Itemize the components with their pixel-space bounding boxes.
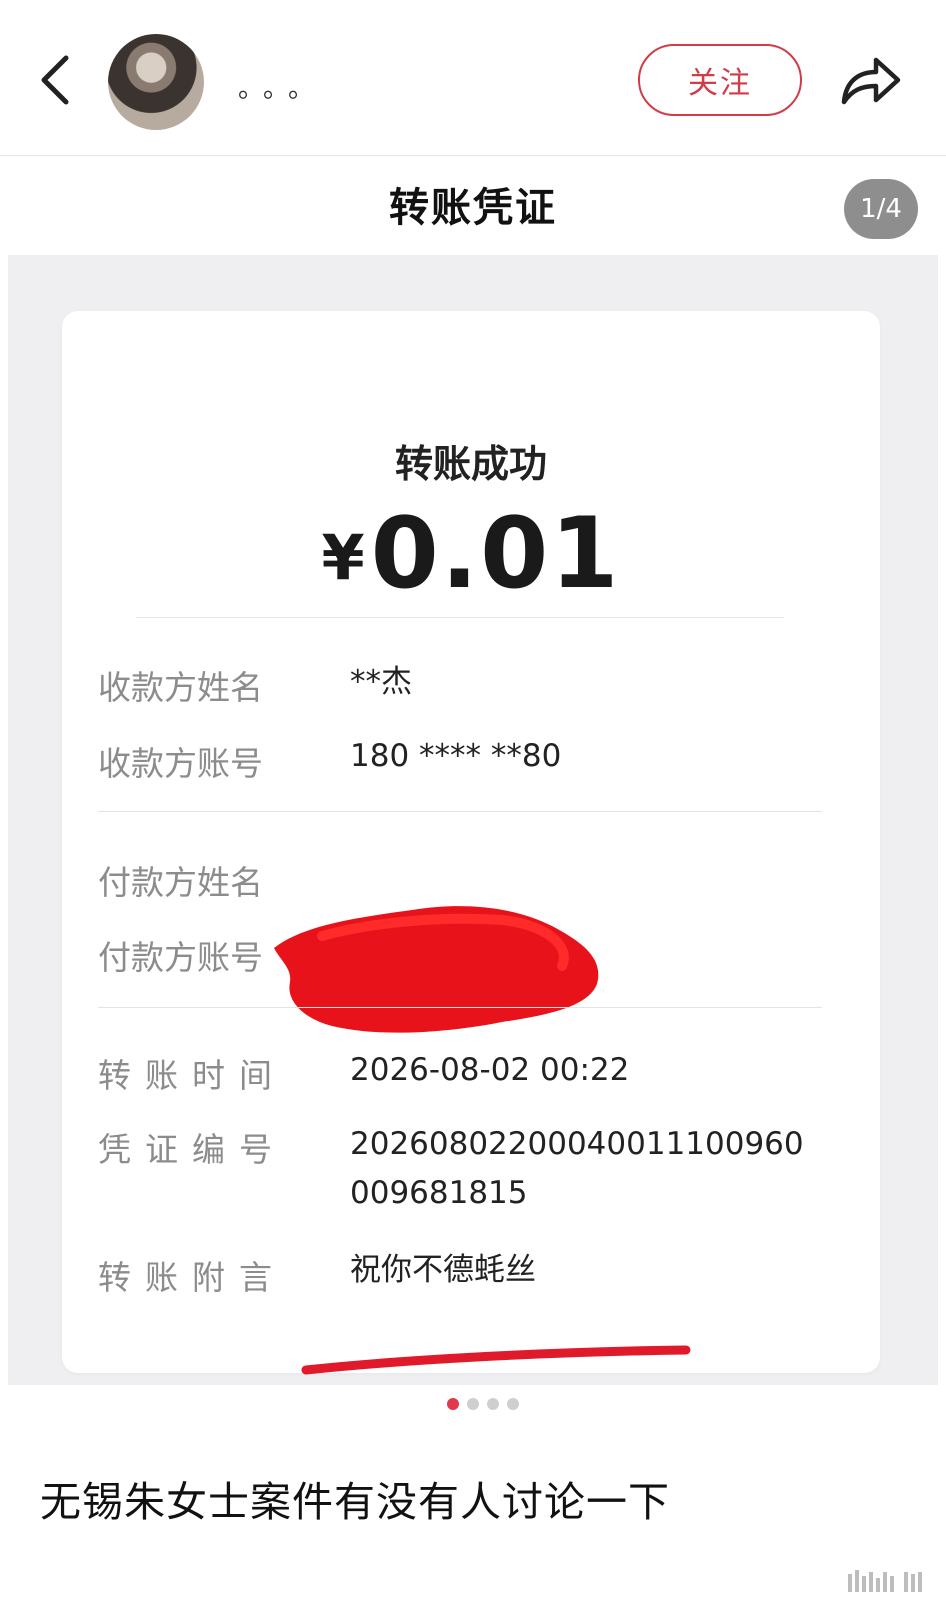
carousel-dot[interactable] <box>447 1398 459 1410</box>
red-underline-mark <box>301 1345 691 1375</box>
transfer-time-label: 转账时间 <box>98 1056 286 1095</box>
voucher-number-line1: 20260802200040011100960 <box>350 1126 804 1162</box>
username[interactable]: 。。。 <box>238 68 326 105</box>
payee-account-value: 180 **** **80 <box>350 738 562 774</box>
carousel-dot[interactable] <box>507 1398 519 1410</box>
image-title-bar: 转账凭证 1/4 <box>0 155 946 247</box>
payee-account-label: 收款方账号 <box>98 744 263 783</box>
avatar[interactable] <box>108 34 204 130</box>
divider <box>136 617 784 618</box>
transfer-note-label: 转账附言 <box>98 1258 286 1297</box>
transfer-amount: ¥0.01 <box>62 497 880 611</box>
divider <box>98 1007 822 1008</box>
transfer-receipt-card: 转账成功 ¥0.01 收款方姓名 **杰 收款方账号 180 **** **80… <box>62 311 880 1375</box>
transfer-time-value: 2026-08-02 00:22 <box>350 1052 630 1088</box>
transfer-status: 转账成功 <box>394 442 547 486</box>
carousel-dot[interactable] <box>487 1398 499 1410</box>
transfer-note-value: 祝你不德蚝丝 <box>350 1252 536 1288</box>
amount-value: 0.01 <box>370 497 621 611</box>
back-arrow-icon[interactable] <box>36 52 76 108</box>
red-redaction-scribble <box>274 906 599 1033</box>
top-bar: 。。。 关注 <box>0 0 946 156</box>
post-image[interactable]: 转账成功 ¥0.01 收款方姓名 **杰 收款方账号 180 **** **80… <box>8 255 938 1385</box>
follow-button[interactable]: 关注 <box>638 44 802 116</box>
payer-account-label: 付款方账号 <box>98 938 263 977</box>
payee-name-value: **杰 <box>350 664 412 700</box>
currency-symbol: ¥ <box>321 521 367 594</box>
carousel-dot[interactable] <box>467 1398 479 1410</box>
voucher-number-line2: 009681815 <box>350 1175 528 1211</box>
watermark-logo-icon <box>848 1570 922 1592</box>
share-icon[interactable] <box>838 52 902 108</box>
page-title: 转账凭证 <box>389 185 557 231</box>
voucher-number-label: 凭证编号 <box>98 1130 286 1169</box>
payee-name-label: 收款方姓名 <box>98 668 263 707</box>
page-counter-badge: 1/4 <box>844 179 918 239</box>
post-title: 无锡朱女士案件有没有人讨论一下 <box>40 1478 670 1526</box>
payer-name-label: 付款方姓名 <box>98 863 263 902</box>
carousel-indicator <box>20 1398 946 1418</box>
divider <box>98 811 822 812</box>
